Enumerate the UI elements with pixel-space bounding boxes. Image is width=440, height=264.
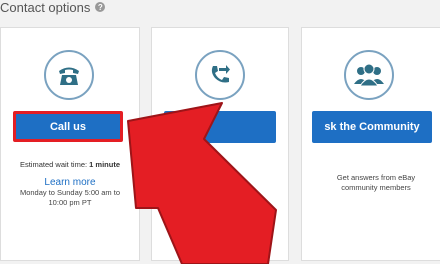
learn-more-link[interactable]: Learn more — [7, 177, 133, 188]
callback-text-fragment: Monda — [164, 186, 187, 195]
call-us-card: Call us Estimated wait time: 1 minute Le… — [0, 27, 140, 261]
callback-button[interactable] — [164, 111, 276, 143]
phone-icon — [44, 50, 94, 100]
question-icon[interactable]: ? — [95, 2, 106, 12]
phone-callback-icon — [195, 50, 245, 100]
call-us-button[interactable]: Call us — [13, 111, 123, 142]
community-card: sk the Community Get answers from eBay c… — [301, 27, 440, 261]
community-description: Get answers from eBay community members — [336, 173, 416, 192]
contact-options-header: Contact options ? — [0, 0, 106, 17]
call-hours: Monday to Sunday 5:00 am to 10:00 pm PT — [19, 188, 121, 207]
wait-time: Estimated wait time: 1 minute — [19, 160, 121, 169]
callback-card: Monda — [151, 27, 289, 261]
page-title: Contact options — [0, 0, 91, 15]
community-people-icon — [344, 50, 394, 100]
ask-community-button[interactable]: sk the Community — [312, 111, 432, 143]
